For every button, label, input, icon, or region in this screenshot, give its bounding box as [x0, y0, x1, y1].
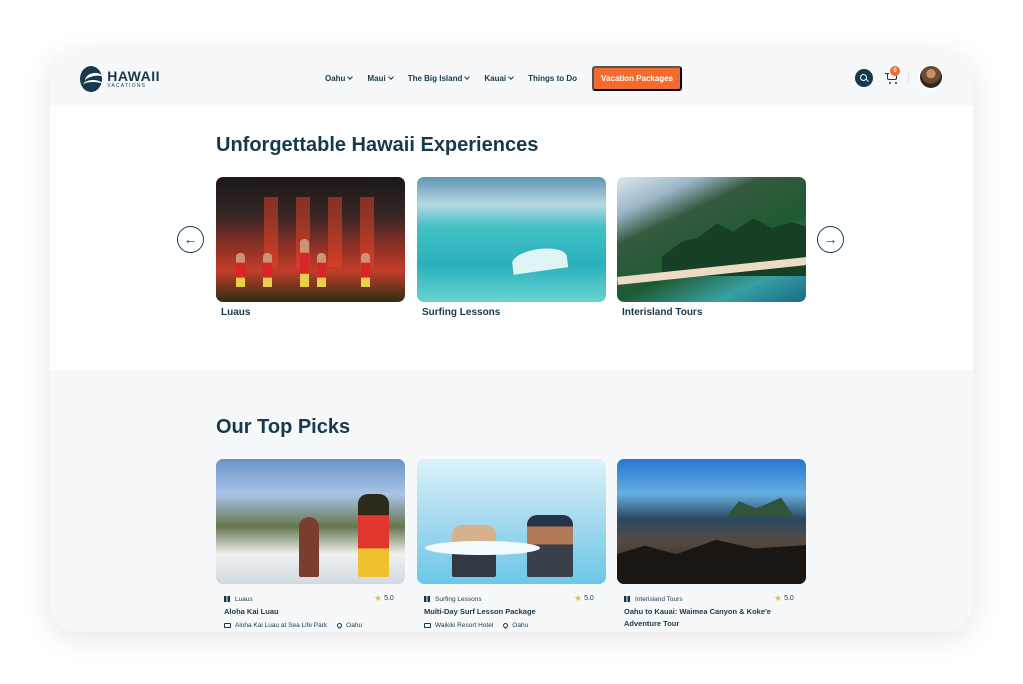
top-pick-card-luau[interactable]: [216, 459, 405, 584]
main-navigation: Oahu Maui The Big Island Kauai Things to…: [325, 65, 683, 91]
experiences-title: Unforgettable Hawaii Experiences: [216, 134, 539, 156]
chevron-down-icon: [347, 74, 354, 80]
top-pick-location-row: Aloha Kai Luau at Sea Life Park Oahu: [224, 621, 363, 630]
cart-count-badge: 0: [890, 66, 900, 76]
lava-rock-image: [617, 539, 806, 584]
coastal-mountain-image: [725, 497, 795, 518]
luau-dancer: [317, 253, 326, 287]
nav-item-kauai[interactable]: Kauai: [484, 73, 514, 83]
rating-value: 5.0: [584, 595, 594, 602]
logo-sub-text: VACATIONS: [107, 83, 147, 89]
hawaii-vacations-logo[interactable]: HAWAII VACATIONS: [80, 65, 160, 93]
carousel-next-button[interactable]: →: [817, 226, 844, 253]
location-pin-icon: [502, 621, 510, 630]
top-pick-category-row: Interisland Tours: [624, 594, 683, 604]
vacation-packages-button[interactable]: Vacation Packages: [592, 65, 683, 91]
top-pick-category: Interisland Tours: [635, 595, 683, 603]
header-divider: [908, 71, 909, 83]
luau-dancer: [236, 253, 245, 287]
nav-label-oahu: Oahu: [325, 73, 346, 83]
hula-dancer-image: [358, 494, 389, 577]
logo-text: HAWAII VACATIONS: [107, 69, 160, 89]
cart-wheel-left: [889, 82, 891, 84]
nav-item-big-island[interactable]: The Big Island: [407, 73, 471, 83]
top-pick-location: Oahu: [346, 622, 363, 629]
experience-label-surfing-lessons[interactable]: Surfing Lessons: [422, 307, 500, 318]
top-pick-category: Surfing Lessons: [435, 595, 482, 603]
bed-icon: [424, 623, 431, 628]
experience-label-luaus[interactable]: Luaus: [221, 307, 250, 318]
star-icon: ★: [574, 593, 583, 603]
top-pick-category: Luaus: [235, 595, 253, 603]
search-icon[interactable]: [855, 69, 873, 87]
top-pick-title[interactable]: Aloha Kai Luau: [224, 606, 399, 618]
chevron-down-icon: [387, 74, 394, 80]
experience-card-interisland-tours[interactable]: [617, 177, 806, 302]
chevron-down-icon: [508, 74, 514, 80]
luau-dancer: [263, 253, 272, 287]
surf-wave-image: [510, 245, 569, 275]
top-pick-venue: Waikiki Resort Hotel: [435, 622, 494, 629]
user-avatar[interactable]: [919, 65, 943, 89]
bed-icon: [224, 623, 231, 628]
wave-logo-icon: [80, 66, 103, 92]
experience-label-interisland-tours[interactable]: Interisland Tours: [622, 307, 702, 318]
browser-frame: HAWAII VACATIONS Oahu Maui The Big Islan…: [50, 50, 973, 632]
location-pin-icon: [336, 621, 344, 630]
top-pick-title[interactable]: Oahu to Kauai: Waimea Canyon & Koke'e Ad…: [624, 606, 798, 630]
cart-wheel-right: [895, 82, 897, 84]
nav-item-maui[interactable]: Maui: [367, 73, 394, 83]
top-pick-title[interactable]: Multi-Day Surf Lesson Package: [424, 606, 599, 618]
nav-label-maui: Maui: [367, 73, 386, 83]
rating-value: 5.0: [784, 595, 794, 602]
star-icon: ★: [774, 593, 783, 603]
logo-main-text: HAWAII: [107, 68, 160, 84]
experience-card-surfing-lessons[interactable]: [417, 177, 606, 302]
nav-item-things-to-do[interactable]: Things to Do: [528, 74, 577, 83]
nav-label-kauai: Kauai: [484, 73, 507, 83]
experience-card-luaus[interactable]: [216, 177, 405, 302]
star-icon: ★: [374, 593, 383, 603]
category-icon: [224, 596, 230, 602]
top-pick-category-row: Luaus: [224, 594, 253, 604]
luau-dancer: [361, 253, 370, 287]
top-pick-rating: ★ 5.0: [774, 593, 794, 604]
surfboard-image: [425, 541, 540, 555]
chevron-down-icon: [464, 74, 471, 80]
luau-dancer: [300, 239, 309, 287]
top-pick-rating: ★ 5.0: [374, 593, 394, 604]
top-pick-card-surf-lesson[interactable]: [417, 459, 606, 584]
top-pick-location-row: Waikiki Resort Hotel Oahu: [424, 621, 529, 630]
carousel-previous-button[interactable]: ←: [177, 226, 204, 253]
top-pick-category-row: Surfing Lessons: [424, 594, 482, 604]
top-pick-location: Oahu: [512, 622, 529, 629]
nav-label-things-to-do: Things to Do: [528, 73, 578, 83]
top-picks-title: Our Top Picks: [216, 416, 351, 438]
rating-value: 5.0: [384, 595, 394, 602]
top-pick-rating: ★ 5.0: [574, 593, 594, 604]
top-navigation: HAWAII VACATIONS Oahu Maui The Big Islan…: [50, 50, 973, 106]
category-icon: [424, 596, 430, 602]
top-pick-venue: Aloha Kai Luau at Sea Life Park: [235, 622, 328, 629]
nav-item-oahu[interactable]: Oahu: [325, 73, 354, 83]
category-icon: [624, 596, 630, 602]
luau-performer-image: [299, 517, 319, 577]
top-pick-card-interisland-tour[interactable]: [617, 459, 806, 584]
nav-label-big-island: The Big Island: [407, 73, 463, 83]
